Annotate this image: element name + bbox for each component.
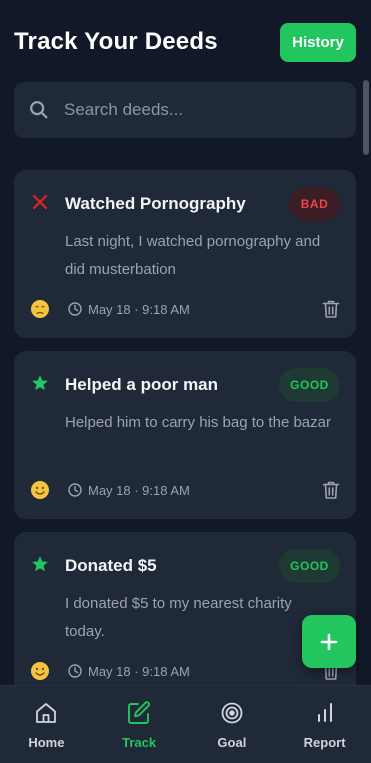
clock-icon [68,302,82,316]
deed-card[interactable]: Watched Pornography BAD Last night, I wa… [14,170,356,338]
scrollbar[interactable] [363,80,369,155]
deed-time: May 18 · 9:18 AM [88,301,190,317]
deed-description: Last night, I watched pornography and di… [65,233,321,278]
smile-face-icon [30,480,50,500]
deed-footer: May 18 · 9:18 AM [30,479,340,501]
star-icon [30,554,50,574]
app-header: Track Your Deeds History [0,0,371,80]
home-icon [33,700,59,726]
smile-face-icon [30,661,50,681]
deed-type-badge: GOOD [279,549,340,583]
bottom-nav: Home Track Goal Report [0,685,371,763]
deed-card[interactable]: Helped a poor man GOOD Helped him to car… [14,351,356,519]
deed-description: Helped him to carry his bag to the bazar [65,414,331,431]
target-icon [219,700,245,726]
add-deed-button[interactable] [302,615,356,668]
history-button[interactable]: History [280,23,356,62]
nav-item-home[interactable]: Home [0,686,93,763]
page-title: Track Your Deeds [14,28,218,55]
star-icon [30,373,50,393]
sad-face-icon [30,299,50,319]
clock-icon [68,483,82,497]
plus-icon [320,633,338,650]
deed-description: I donated $5 to my nearest charity today… [65,595,292,640]
nav-label: Home [28,735,65,750]
nav-item-report[interactable]: Report [278,686,371,763]
x-icon [30,192,50,212]
deed-type-badge: BAD [289,187,340,221]
deed-time: May 18 · 9:18 AM [88,482,190,498]
deed-footer: May 18 · 9:18 AM [30,298,340,320]
nav-item-track[interactable]: Track [93,686,186,763]
deed-footer: May 18 · 9:18 AM [30,660,340,682]
nav-label: Goal [217,735,247,750]
nav-label: Track [122,735,157,750]
deed-list: Watched Pornography BAD Last night, I wa… [14,170,356,685]
clock-icon [68,664,82,678]
search-input[interactable] [64,100,324,120]
deed-time: May 18 · 9:18 AM [88,663,190,679]
deed-type-badge: GOOD [279,368,340,402]
search-bar[interactable] [14,82,356,138]
nav-label: Report [303,735,346,750]
trash-icon[interactable] [322,480,340,500]
bar-chart-icon [312,700,338,726]
deed-title: Donated $5 [65,556,157,575]
deed-title: Helped a poor man [65,375,219,394]
search-icon [28,99,50,121]
nav-item-goal[interactable]: Goal [186,686,279,763]
deed-title: Watched Pornography [65,194,246,213]
edit-icon [126,700,152,726]
trash-icon[interactable] [322,299,340,319]
